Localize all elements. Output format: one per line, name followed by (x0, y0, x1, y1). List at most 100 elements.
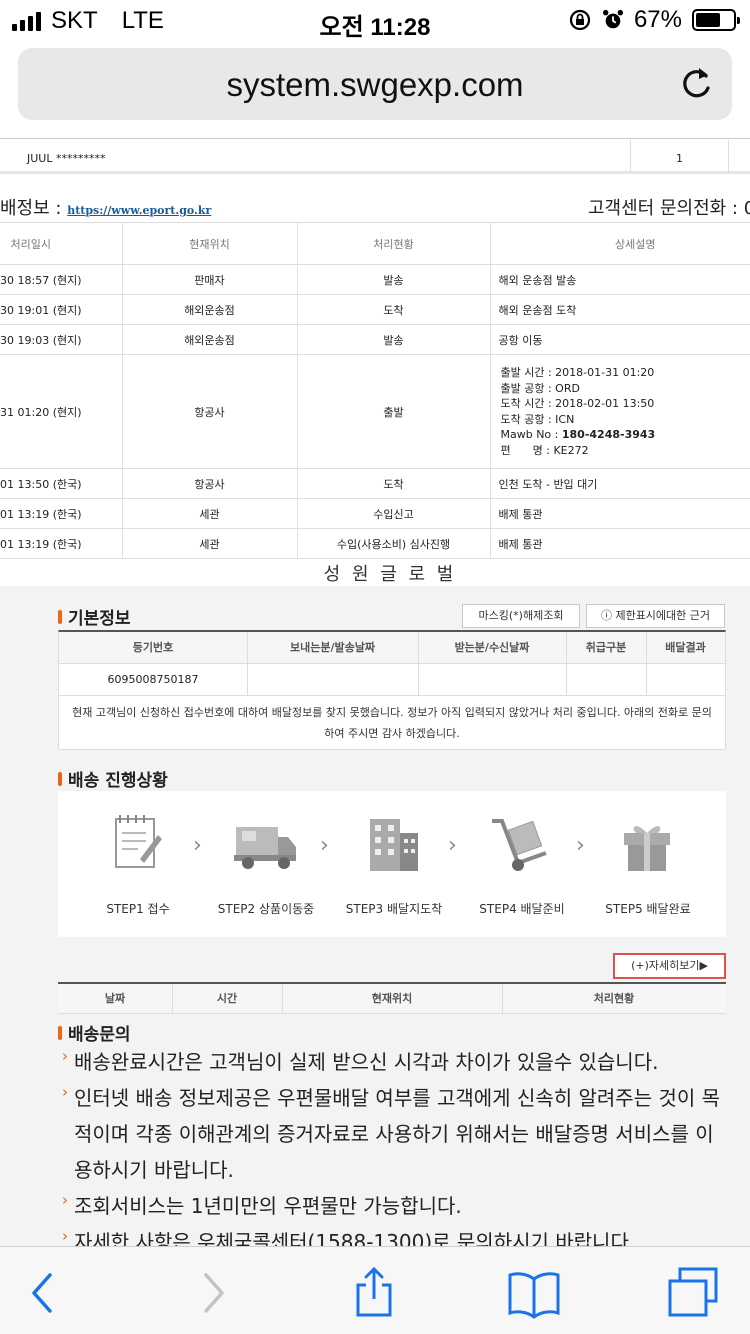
truck-icon (234, 827, 296, 869)
tracking-table: 처리일시 현재위치 처리현황 상세설명 30 18:57 (현지) 판매자 발송… (0, 222, 750, 559)
column-header: 등기번호 (132, 641, 174, 654)
column-header: 상세설명 (489, 222, 750, 265)
tabs-icon[interactable] (664, 1265, 724, 1321)
alarm-icon (602, 9, 624, 29)
status-right: 67% (568, 6, 740, 34)
cell-datetime: 30 19:01 (현지) (0, 294, 122, 325)
cell-datetime: 01 13:19 (한국) (0, 528, 122, 559)
table-row: 01 13:19 (한국) 세관 수입신고 배제 통관 (0, 498, 750, 529)
column-divider (630, 140, 631, 172)
step-label: STEP5 배달완료 (605, 902, 691, 916)
bullet-bar (58, 771, 62, 786)
basic-info-title-text: 기본정보 (68, 609, 131, 629)
eport-link[interactable]: https://www.eport.go.kr (67, 204, 211, 217)
column-header: 날짜 (104, 992, 126, 1005)
detail-line: 출발 시간 : 2018-01-31 01:20 (500, 366, 655, 379)
basic-info-row: 6095008750187 (59, 664, 725, 696)
cell-detail: 인천 도착 - 반입 대기 (489, 468, 750, 499)
tracking-heading: 배정보 : https://www.eport.go.kr (0, 194, 211, 220)
cell-status: 도착 (296, 468, 490, 499)
inquiry-title: 배송문의 (58, 1020, 131, 1045)
page: SKT LTE 오전 11:28 67% system.swgexp.com J… (0, 0, 750, 1334)
basic-info-title: 기본정보 (58, 604, 131, 629)
cell-location: 해외운송점 (121, 324, 297, 355)
address-bar[interactable]: system.swgexp.com (18, 48, 732, 120)
detail-line: 도착 시간 : 2018-02-01 13:50 (500, 397, 655, 410)
detail-line: 편 명 : KE272 (500, 443, 589, 457)
forward-icon[interactable] (182, 1265, 242, 1321)
masking-release-button[interactable]: 마스킹(*)해제조회 (462, 604, 580, 628)
cell-status: 출발 (296, 354, 490, 469)
cell-location: 세관 (121, 528, 297, 559)
column-divider (646, 632, 647, 696)
chevron-right-icon: › (576, 833, 585, 858)
table-row: 01 13:50 (한국) 항공사 도착 인천 도착 - 반입 대기 (0, 468, 750, 499)
table-row: 30 18:57 (현지) 판매자 발송 해외 운송점 발송 (0, 264, 750, 295)
back-icon[interactable] (14, 1265, 74, 1321)
gift-icon (624, 826, 670, 871)
cell-detail: 해외 운송점 발송 (489, 264, 750, 295)
building-icon (370, 819, 418, 871)
inquiry-list: 배송완료시간은 고객님이 실제 받으신 시각과 차이가 있을수 있습니다. 인터… (62, 1038, 732, 1260)
column-header: 현재위치 (371, 992, 413, 1005)
restriction-basis-button[interactable]: ⓘ 제한표시에대한 근거 (586, 604, 725, 628)
cell-detail: 공항 이동 (489, 324, 750, 355)
cell-detail: 해외 운송점 도착 (489, 294, 750, 325)
cell-status: 발송 (296, 324, 490, 355)
column-header: 처리현황 (296, 222, 490, 265)
chevron-right-icon: › (320, 833, 329, 858)
column-header: 배달결과 (665, 641, 706, 654)
battery-percent: 67% (633, 6, 682, 33)
item-quantity: 1 (676, 152, 683, 165)
registration-number: 6095008750187 (107, 673, 199, 686)
chevron-right-icon: › (193, 833, 202, 858)
company-name: 성 원 글 로 벌 (323, 564, 457, 585)
browser-toolbar (0, 1246, 750, 1334)
cell-detail: 배제 통관 (489, 498, 750, 529)
status-bar: SKT LTE 오전 11:28 67% (0, 0, 750, 41)
column-header: 시간 (216, 992, 238, 1005)
hand-cart-icon (492, 819, 547, 871)
table-row: 30 19:03 (현지) 해외운송점 발송 공항 이동 (0, 324, 750, 355)
cell-datetime: 30 19:03 (현지) (0, 324, 122, 355)
item-name: JUUL ********* (27, 152, 106, 165)
not-found-message: 현재 고객님이 신청하신 접수번호에 대하여 배달정보를 찾지 못했습니다. 정… (72, 706, 712, 740)
customer-center: 고객센터 문의전화 : 0 (588, 198, 750, 219)
delivery-progress-title-text: 배송 진행상황 (68, 771, 168, 791)
cell-detail-flight: 출발 시간 : 2018-01-31 01:20 출발 공항 : ORD 도착 … (489, 354, 750, 469)
step-label: STEP2 상품이동중 (217, 902, 315, 916)
bullet-bar (58, 609, 62, 624)
column-header: 받는분/수신날짜 (454, 641, 530, 654)
column-header: 보내는분/발송날짜 (290, 641, 375, 654)
cell-location: 항공사 (121, 354, 297, 469)
detail-line: 도착 공항 : ICN (500, 412, 575, 426)
tracking-heading-label: 배정보 : (0, 198, 62, 219)
detail-line: 출발 공항 : ORD (500, 381, 580, 395)
step-label: STEP1 접수 (106, 902, 170, 916)
column-divider (728, 140, 729, 172)
reload-icon[interactable] (676, 64, 716, 104)
cell-status: 도착 (296, 294, 490, 325)
detail-line-mawb: Mawb No : 180-4248-3943 (501, 427, 750, 443)
tracking-header: 배정보 : https://www.eport.go.kr 고객센터 문의전화 … (0, 194, 750, 222)
battery-icon (692, 9, 740, 31)
mawb-number: 180-4248-3943 (561, 428, 656, 441)
column-header: 현재위치 (121, 222, 297, 265)
list-item: 인터넷 배송 정보제공은 우편물배달 여부를 고객에게 신속히 알려주는 것이 … (62, 1074, 732, 1188)
cell-location: 판매자 (121, 264, 297, 295)
step-label: STEP4 배달준비 (479, 902, 565, 916)
view-details-button[interactable]: (+)자세히보기▶ (613, 953, 726, 979)
cell-datetime: 01 13:19 (한국) (0, 498, 122, 529)
table-row: 30 19:01 (현지) 해외운송점 도착 해외 운송점 도착 (0, 294, 750, 325)
delivery-steps: STEP1 접수 › STEP2 상품이동중 › STEP3 배달지도착 › S… (58, 791, 726, 937)
cell-location: 항공사 (121, 468, 297, 499)
list-item: 배송완료시간은 고객님이 실제 받으신 시각과 차이가 있을수 있습니다. (62, 1038, 732, 1080)
cell-location: 해외운송점 (121, 294, 297, 325)
url-text[interactable]: system.swgexp.com (18, 66, 732, 104)
cell-datetime: 31 01:20 (현지) (0, 354, 122, 469)
share-icon[interactable] (344, 1265, 404, 1321)
step-label: STEP3 배달지도착 (345, 902, 443, 916)
rotation-lock-icon (569, 9, 591, 31)
browser-separator (0, 138, 750, 139)
bookmarks-icon[interactable] (504, 1265, 564, 1321)
